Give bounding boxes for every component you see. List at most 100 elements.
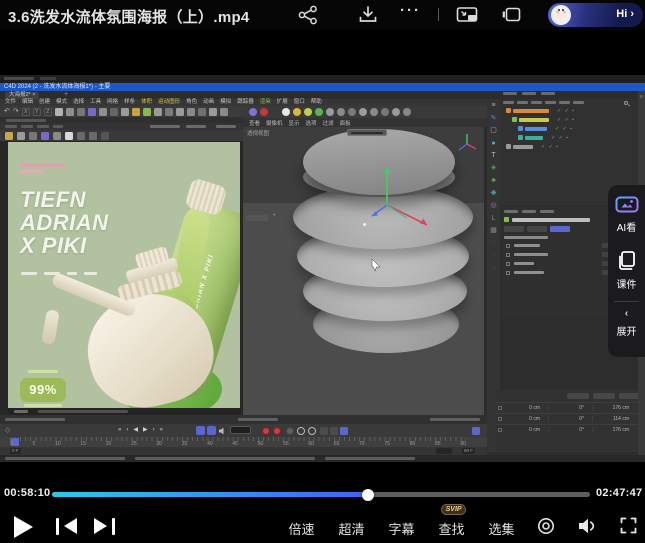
- tool-options-bar: [0, 415, 487, 424]
- c4d-tool-icon: [55, 108, 63, 116]
- coordinate-row: 0 cm 0° 114 cm: [495, 413, 645, 424]
- control-button[interactable]: 选集: [488, 519, 515, 538]
- viewer-tool-icon: [41, 132, 49, 140]
- viewport-menu-item: 面板: [340, 119, 351, 127]
- search-icon: [624, 101, 628, 105]
- play-button[interactable]: [14, 516, 33, 538]
- tool-strip-icon: ▢: [490, 127, 497, 134]
- next-episode-button[interactable]: [93, 518, 115, 535]
- tool-strip-icon: ≡: [491, 102, 495, 109]
- c4d-menu-item: 创建: [39, 99, 50, 106]
- viewer-tool-icon: [17, 132, 25, 140]
- c4d-tool-icon: [77, 108, 85, 116]
- ai-view-label: AI看: [608, 219, 645, 234]
- range-start-field: 0 F: [10, 448, 21, 454]
- c4d-statusbar: [0, 455, 645, 462]
- loop-toggle: [196, 426, 205, 435]
- object-manager-tabs: [500, 99, 638, 106]
- poster-title-line: ADRIAN: [20, 211, 109, 234]
- volume-icon[interactable]: [577, 517, 597, 535]
- tool-strip-icon: ◌: [491, 265, 495, 272]
- control-button[interactable]: SVIP 查找: [438, 519, 465, 538]
- tool-strip-icon: ✎: [491, 115, 497, 122]
- courseware-button[interactable]: 课件: [608, 234, 645, 291]
- c4d-window-chrome: [0, 75, 645, 83]
- c4d-tool-icon: [209, 108, 217, 116]
- orientation-gizmo: [454, 130, 480, 156]
- sound-toggle: [207, 426, 216, 435]
- transport-button: ‹: [126, 426, 128, 435]
- c4d-tool-icon: [154, 108, 162, 116]
- axis-gizmo: [347, 153, 437, 233]
- c4d-menu-item: 帮助: [311, 99, 322, 106]
- c4d-titlebar: C4D 2024 (2 - 洗发水流体海报1*) - 主要: [0, 83, 645, 91]
- topbar-divider: [438, 8, 439, 21]
- viewport-icon: [381, 108, 389, 116]
- coordinates-header: [495, 390, 645, 402]
- screencast-icon[interactable]: [537, 517, 555, 535]
- viewport-menu-item: 查看: [249, 119, 260, 127]
- c4d-menu-item: 扩展: [277, 99, 288, 106]
- tool-strip-icon: ●: [491, 140, 495, 147]
- c4d-menu-item: 动画: [203, 99, 214, 106]
- control-button[interactable]: 超清: [338, 519, 365, 538]
- c4d-menu-item: 体积: [141, 99, 152, 106]
- assistant-hi-label: Hi ›: [616, 8, 634, 20]
- viewport-menu-item: 选项: [306, 119, 317, 127]
- viewport-canvas: 透视视图: [243, 127, 484, 415]
- poster-subtitle: [21, 272, 97, 275]
- assistant-pill-button[interactable]: Hi ›: [548, 3, 643, 27]
- keyframe-icon: ◇: [5, 426, 10, 434]
- transport-button: »: [160, 426, 163, 435]
- poster-title-line: TIEFN: [20, 188, 109, 211]
- tool-strip-icon: ✳: [491, 165, 497, 172]
- mouse-cursor: [371, 259, 381, 272]
- expand-button[interactable]: ‹ 展开: [608, 308, 645, 338]
- tool-strip-icon: L: [492, 215, 496, 222]
- transport-button: ›: [153, 426, 155, 435]
- control-button[interactable]: 字幕: [388, 519, 415, 538]
- ai-view-button[interactable]: AI看: [608, 185, 645, 234]
- poster-title-line: X PIKI: [20, 234, 109, 257]
- courseware-label: 课件: [608, 276, 645, 291]
- c4d-tool-icon: [88, 108, 96, 116]
- chevron-left-icon: ‹: [608, 308, 645, 319]
- viewport-icon: [249, 108, 257, 116]
- axis-lock-chip: Z: [44, 108, 52, 116]
- viewport-icon: [282, 108, 290, 116]
- assistant-mascot-avatar: [551, 5, 571, 25]
- progress-fill: [52, 492, 368, 497]
- c4d-menu-item: 选择: [73, 99, 84, 106]
- tool-strip-icon: ♣: [491, 177, 496, 184]
- viewer-tool-icon: [101, 132, 109, 140]
- object-visibility-checks: [557, 117, 575, 123]
- progress-bar[interactable]: [52, 492, 590, 497]
- progress-knob[interactable]: [362, 489, 374, 501]
- more-icon[interactable]: ···: [400, 2, 421, 19]
- c4d-tool-icon: [121, 108, 129, 116]
- record-button: [273, 427, 281, 435]
- control-button-label: 字幕: [388, 522, 414, 537]
- viewport-icon: [337, 108, 345, 116]
- axis-lock-chip: Y: [33, 108, 41, 116]
- c4d-menu-item: 渲染: [260, 99, 271, 106]
- transport-button: «: [118, 426, 121, 435]
- viewport-icon: [271, 108, 279, 116]
- download-icon[interactable]: [358, 5, 378, 25]
- side-panel: AI看 课件 ‹ 展开: [608, 185, 645, 357]
- viewport-icon: [326, 108, 334, 116]
- fullscreen-icon[interactable]: [620, 517, 637, 534]
- control-button[interactable]: 倍速: [288, 519, 315, 538]
- object-visibility-checks: [541, 144, 559, 150]
- pip-icon[interactable]: [456, 5, 480, 25]
- previous-episode-button[interactable]: [56, 518, 78, 535]
- float-window-icon[interactable]: [502, 5, 522, 25]
- record-position-button: [262, 427, 270, 435]
- share-icon[interactable]: [297, 5, 319, 25]
- viewport-icon: [293, 108, 301, 116]
- video-frame[interactable]: C4D 2024 (2 - 洗发水流体海报1*) - 主要 大海报2* × + …: [0, 75, 645, 462]
- axis-lock-chip: X: [22, 108, 30, 116]
- viewport-icon: [392, 108, 400, 116]
- viewport-icon: [260, 108, 268, 116]
- tool-strip-icon: ◌: [491, 240, 495, 247]
